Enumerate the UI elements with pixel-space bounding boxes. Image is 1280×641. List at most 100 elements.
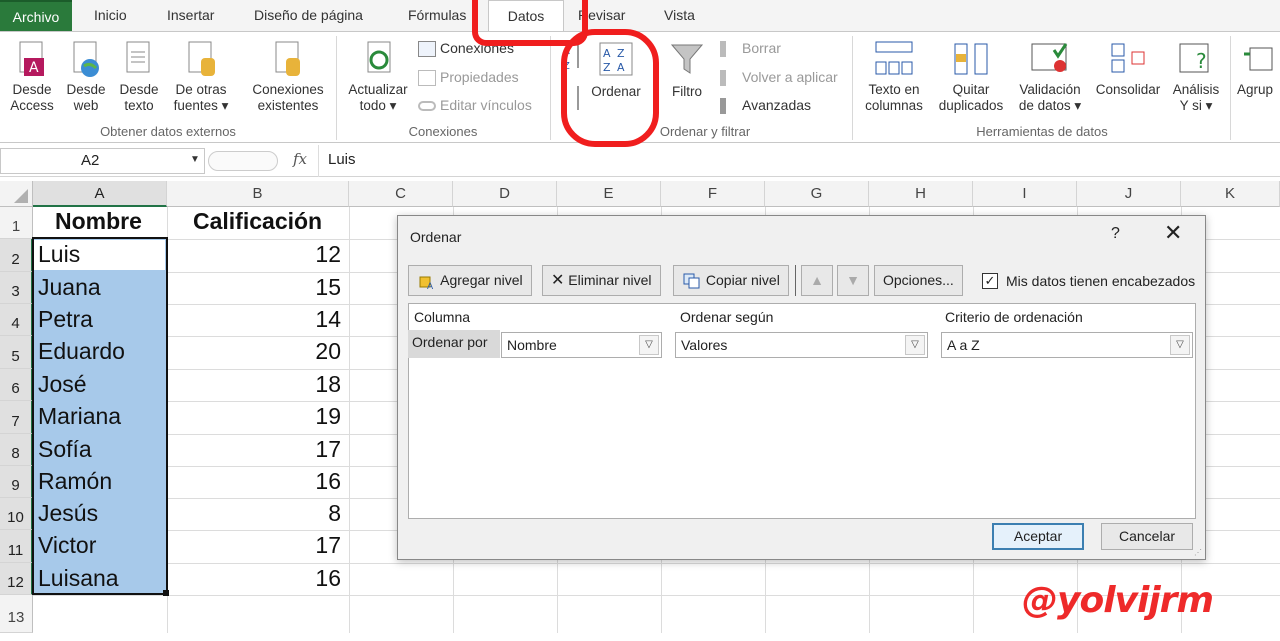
cell-name[interactable]: Luis — [38, 241, 80, 268]
column-header-b[interactable]: B — [167, 181, 349, 207]
from-text-button[interactable]: Desde texto — [114, 40, 164, 114]
column-header-f[interactable]: F — [661, 181, 765, 207]
column-header-k[interactable]: K — [1181, 181, 1280, 207]
row-header-11[interactable]: 11 — [0, 530, 33, 563]
cell-score[interactable]: 14 — [315, 306, 341, 333]
reapply-button[interactable]: Volver a aplicar — [720, 66, 838, 88]
column-header-i[interactable]: I — [973, 181, 1077, 207]
row-header-5[interactable]: 5 — [0, 336, 33, 369]
cell-name[interactable]: Petra — [38, 306, 93, 333]
sort-on-select[interactable]: Valores ▽ — [675, 332, 928, 358]
move-up-button[interactable]: ▲ — [801, 265, 833, 296]
row-header-13[interactable]: 13 — [0, 595, 33, 633]
ok-button[interactable]: Aceptar — [992, 523, 1084, 550]
column-header-c[interactable]: C — [349, 181, 453, 207]
cell-score[interactable]: 16 — [315, 468, 341, 495]
tab-vista[interactable]: Vista — [664, 0, 695, 31]
cell-score[interactable]: 16 — [315, 565, 341, 592]
group-outline-button[interactable]: Agrup — [1234, 40, 1280, 98]
select-all-corner[interactable] — [0, 181, 33, 207]
fill-handle[interactable] — [163, 590, 169, 596]
row-header-7[interactable]: 7 — [0, 401, 33, 434]
cell-name[interactable]: Victor — [38, 532, 96, 559]
tab-insertar[interactable]: Insertar — [167, 0, 214, 31]
consolidate-button[interactable]: Consolidar — [1090, 40, 1166, 98]
formula-input[interactable]: Luis — [328, 151, 356, 168]
cell-name[interactable]: Mariana — [38, 403, 121, 430]
tab-archivo[interactable]: Archivo — [0, 0, 72, 31]
order-select[interactable]: A a Z ▽ — [941, 332, 1193, 358]
from-other-sources-button[interactable]: De otras fuentes ▾ — [168, 40, 234, 114]
cell-name[interactable]: Ramón — [38, 468, 112, 495]
has-headers-checkbox[interactable]: ✓ — [982, 273, 998, 289]
help-button[interactable]: ? — [1111, 225, 1120, 243]
cell-score[interactable]: 15 — [315, 274, 341, 301]
cell-score[interactable]: 8 — [328, 500, 341, 527]
cell-name[interactable]: Juana — [38, 274, 101, 301]
tab-formulas[interactable]: Fórmulas — [408, 0, 466, 31]
chevron-down-icon[interactable]: ▽ — [905, 335, 925, 355]
column-header-d[interactable]: D — [453, 181, 557, 207]
row-header-1[interactable]: 1 — [0, 207, 33, 239]
cell-name[interactable]: Jesús — [38, 500, 98, 527]
cell-score[interactable]: 17 — [315, 532, 341, 559]
name-box-dropdown-icon[interactable]: ▼ — [190, 154, 200, 165]
remove-duplicates-button[interactable]: Quitar duplicados — [932, 40, 1010, 114]
from-web-button[interactable]: Desde web — [62, 40, 110, 114]
resize-grip-icon[interactable]: ⋰ — [1194, 548, 1204, 558]
row-header-12[interactable]: 12 — [0, 563, 33, 595]
advanced-filter-button[interactable]: Avanzadas — [720, 94, 811, 116]
filter-button[interactable]: Filtro — [664, 42, 710, 100]
chevron-down-icon[interactable]: ▽ — [1170, 335, 1190, 355]
cell-score[interactable]: 19 — [315, 403, 341, 430]
column-header-h[interactable]: H — [869, 181, 973, 207]
sort-on-value: Valores — [681, 337, 728, 353]
cell-score[interactable]: 18 — [315, 371, 341, 398]
row-header-2[interactable]: 2 — [0, 239, 33, 272]
row-header-3[interactable]: 3 — [0, 272, 33, 304]
chevron-down-icon[interactable]: ▽ — [639, 335, 659, 355]
column-header-j[interactable]: J — [1077, 181, 1181, 207]
tab-inicio[interactable]: Inicio — [94, 0, 127, 31]
cell-name[interactable]: Luisana — [38, 565, 119, 592]
column-header-e[interactable]: E — [557, 181, 661, 207]
row-header-9[interactable]: 9 — [0, 466, 33, 498]
text-to-columns-button[interactable]: Texto en columnas — [860, 40, 928, 114]
header-calificacion[interactable]: Calificación — [193, 208, 322, 235]
edit-links-button[interactable]: Editar vínculos — [418, 94, 532, 116]
options-button[interactable]: Opciones... — [874, 265, 963, 296]
header-nombre[interactable]: Nombre — [55, 208, 142, 235]
cell-score[interactable]: 17 — [315, 436, 341, 463]
sort-by-select[interactable]: Nombre ▽ — [501, 332, 662, 358]
existing-connections-button[interactable]: Conexiones existentes — [246, 40, 330, 114]
what-if-analysis-button[interactable]: ? Análisis Y si ▾ — [1168, 40, 1224, 114]
clear-filter-button[interactable]: Borrar — [720, 37, 781, 59]
from-access-button[interactable]: A Desde Access — [6, 40, 58, 114]
cancel-button[interactable]: Cancelar — [1101, 523, 1193, 550]
fx-icon[interactable]: fx — [293, 150, 307, 168]
refresh-all-button[interactable]: Actualizar todo ▾ — [342, 40, 414, 114]
move-down-button[interactable]: ▼ — [837, 265, 869, 296]
data-validation-button[interactable]: Validación de datos ▾ — [1012, 40, 1088, 114]
formula-zoom-control[interactable] — [208, 151, 278, 171]
row-header-4[interactable]: 4 — [0, 304, 33, 336]
name-box[interactable]: A2 — [0, 148, 205, 174]
copy-level-button[interactable]: Copiar nivel — [673, 265, 789, 296]
properties-button[interactable]: Propiedades — [418, 66, 519, 88]
cell-name[interactable]: José — [38, 371, 87, 398]
column-header-g[interactable]: G — [765, 181, 869, 207]
delete-level-button[interactable]: ✕ Eliminar nivel — [542, 265, 661, 296]
has-headers-label[interactable]: Mis datos tienen encabezados — [1006, 273, 1195, 289]
cell-score[interactable]: 20 — [315, 338, 341, 365]
cell-name[interactable]: Eduardo — [38, 338, 125, 365]
close-icon[interactable]: ✕ — [1164, 222, 1182, 244]
cell-name[interactable]: Sofía — [38, 436, 92, 463]
row-header-6[interactable]: 6 — [0, 369, 33, 401]
row-header-10[interactable]: 10 — [0, 498, 33, 530]
properties-label: Propiedades — [440, 69, 519, 85]
add-level-button[interactable]: A Agregar nivel — [408, 265, 532, 296]
tab-diseno-de-pagina[interactable]: Diseño de página — [254, 0, 363, 31]
cell-score[interactable]: 12 — [315, 241, 341, 268]
column-header-a[interactable]: A — [33, 181, 167, 207]
row-header-8[interactable]: 8 — [0, 434, 33, 466]
